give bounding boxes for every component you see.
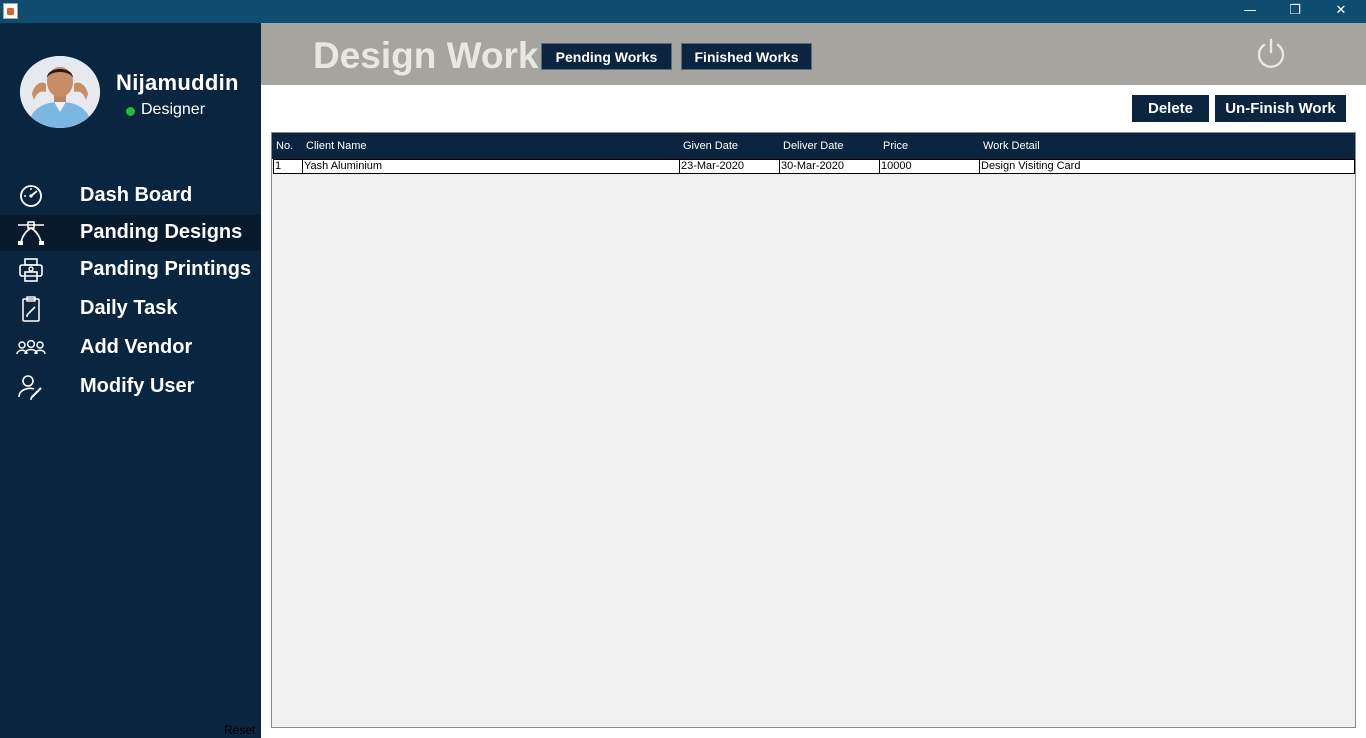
reset-link[interactable]: Reset <box>224 723 255 737</box>
sidebar-item-label: Panding Printings <box>80 258 252 280</box>
pending-works-button[interactable]: Pending Works <box>541 43 672 70</box>
cell-no: 1 <box>275 160 282 172</box>
page-header: Design Work Pending Works Finished Works <box>261 23 1366 85</box>
user-role: Designer <box>141 101 206 118</box>
clipboard-pencil-icon <box>22 296 40 322</box>
group-icon <box>16 339 46 355</box>
sidebar-item-label: Daily Task <box>80 297 178 319</box>
gauge-icon <box>20 185 42 207</box>
delete-button[interactable]: Delete <box>1132 95 1209 122</box>
user-name: Nijamuddin <box>116 70 239 95</box>
sidebar-item-panding-printings[interactable]: Panding Printings <box>0 252 261 288</box>
sidebar-item-label: Dash Board <box>80 184 193 206</box>
sidebar-item-label: Panding Designs <box>80 221 243 243</box>
table-row[interactable]: 1 Yash Aluminium 23-Mar-2020 30-Mar-2020… <box>273 159 1355 174</box>
user-edit-icon <box>18 375 42 400</box>
column-header-no[interactable]: No. <box>276 140 293 152</box>
cell-work-detail: Design Visiting Card <box>979 160 1354 173</box>
online-status-dot <box>126 107 135 116</box>
avatar <box>20 56 100 128</box>
cell-given-date: 23-Mar-2020 <box>679 160 779 173</box>
close-button[interactable]: ✕ <box>1318 0 1364 23</box>
cell-price: 10000 <box>879 160 979 173</box>
bezier-pen-icon <box>18 221 44 245</box>
sidebar-item-label: Modify User <box>80 375 195 397</box>
power-icon[interactable] <box>1254 37 1288 71</box>
un-finish-work-button[interactable]: Un-Finish Work <box>1215 95 1346 122</box>
cell-client-name: Yash Aluminium <box>302 160 679 173</box>
printer-icon <box>19 258 43 282</box>
column-header-deliver-date[interactable]: Deliver Date <box>783 140 844 152</box>
sidebar-item-modify-user[interactable]: Modify User <box>0 369 261 405</box>
sidebar-item-daily-task[interactable]: Daily Task <box>0 291 261 327</box>
column-header-price[interactable]: Price <box>883 140 908 152</box>
sidebar-item-dash-board[interactable]: Dash Board <box>0 178 261 214</box>
java-app-icon <box>3 3 18 19</box>
cell-deliver-date: 30-Mar-2020 <box>779 160 879 173</box>
restore-button[interactable]: ❐ <box>1272 0 1318 23</box>
sidebar-item-panding-designs[interactable]: Panding Designs <box>0 215 261 251</box>
table-header: No. Client Name Given Date Deliver Date … <box>272 133 1355 159</box>
finished-works-button[interactable]: Finished Works <box>681 43 812 70</box>
page-title: Design Work <box>313 35 539 76</box>
column-header-client-name[interactable]: Client Name <box>306 140 367 152</box>
sidebar: Nijamuddin Designer Dash Board Panding D… <box>0 23 261 738</box>
minimize-button[interactable]: — <box>1227 0 1273 23</box>
sidebar-item-label: Add Vendor <box>80 336 193 358</box>
column-header-given-date[interactable]: Given Date <box>683 140 738 152</box>
column-header-work-detail[interactable]: Work Detail <box>983 140 1040 152</box>
window-titlebar: — ❐ ✕ <box>0 0 1366 23</box>
sidebar-item-add-vendor[interactable]: Add Vendor <box>0 330 261 366</box>
work-table: No. Client Name Given Date Deliver Date … <box>271 132 1356 728</box>
